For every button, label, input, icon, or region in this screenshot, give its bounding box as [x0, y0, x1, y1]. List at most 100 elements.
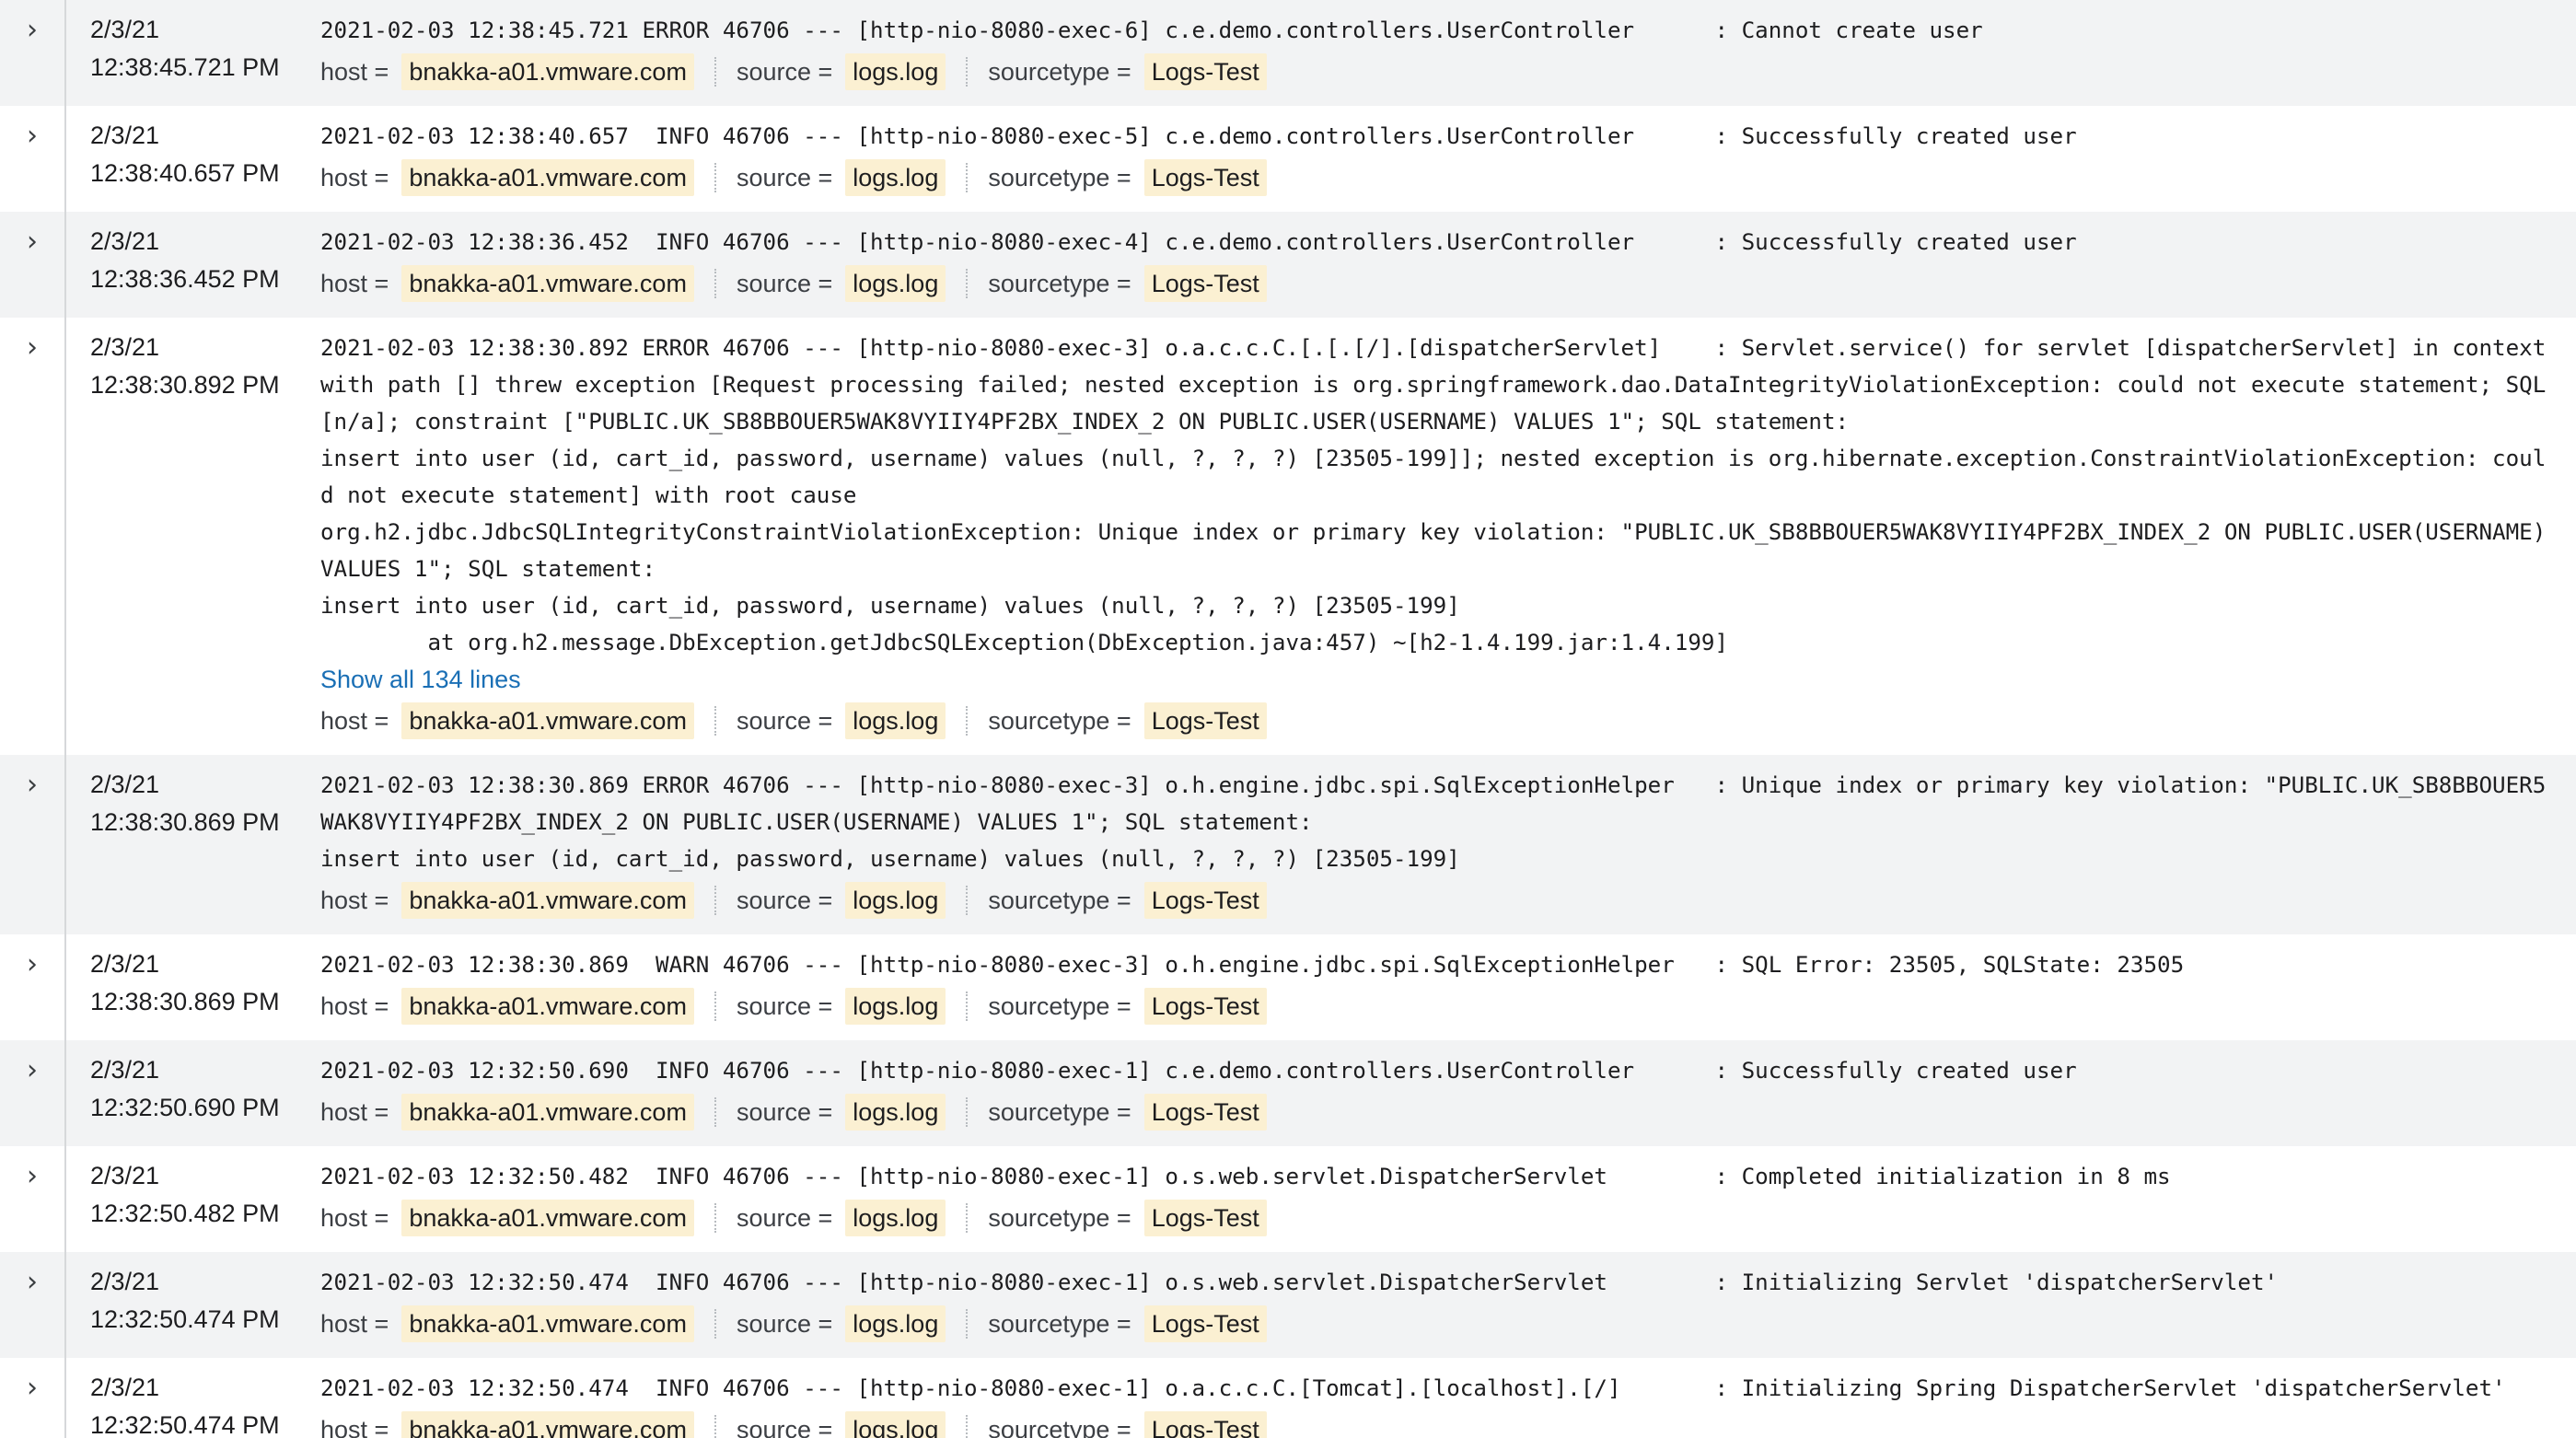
expand-row-button[interactable]: ›	[0, 1252, 66, 1358]
source-field-label: source =	[736, 1098, 833, 1126]
field-divider	[714, 1309, 716, 1339]
sourcetype-field: sourcetype = Logs-Test	[988, 1094, 1267, 1131]
sourcetype-field-value[interactable]: Logs-Test	[1143, 1305, 1267, 1342]
sourcetype-field-value[interactable]: Logs-Test	[1143, 265, 1267, 302]
expand-row-button[interactable]: ›	[0, 0, 66, 106]
source-field-value[interactable]: logs.log	[845, 53, 946, 90]
event-time-cell: 2/3/21 12:32:50.474 PM	[66, 1252, 320, 1358]
source-field-value[interactable]: logs.log	[845, 882, 946, 919]
source-field: source = logs.log	[737, 1411, 946, 1438]
event-list: › 2/3/21 12:38:45.721 PM 2021-02-03 12:3…	[0, 0, 2576, 1438]
event-time-cell: 2/3/21 12:38:45.721 PM	[66, 0, 320, 106]
raw-event-text: 2021-02-03 12:38:40.657 INFO 46706 --- […	[320, 123, 2077, 149]
expand-row-button[interactable]: ›	[0, 1358, 66, 1438]
field-divider	[714, 706, 716, 736]
chevron-right-icon: ›	[27, 1054, 38, 1086]
expand-row-button[interactable]: ›	[0, 934, 66, 1040]
host-field-label: host =	[320, 1204, 389, 1232]
event-row: › 2/3/21 12:38:30.869 PM 2021-02-03 12:3…	[0, 755, 2576, 934]
raw-event-text: 2021-02-03 12:32:50.482 INFO 46706 --- […	[320, 1164, 2171, 1189]
event-time-cell: 2/3/21 12:38:30.869 PM	[66, 934, 320, 1040]
expand-row-button[interactable]: ›	[0, 1040, 66, 1146]
source-field: source = logs.log	[737, 882, 946, 919]
event-date: 2/3/21	[90, 950, 160, 978]
event-rows: › 2/3/21 12:38:45.721 PM 2021-02-03 12:3…	[0, 0, 2576, 1438]
sourcetype-field: sourcetype = Logs-Test	[988, 882, 1267, 919]
expand-row-button[interactable]: ›	[0, 212, 66, 318]
host-field: host = bnakka-a01.vmware.com	[320, 53, 694, 90]
chevron-right-icon: ›	[27, 14, 38, 46]
source-field-value[interactable]: logs.log	[845, 702, 946, 739]
show-all-lines-link[interactable]: Show all 134 lines	[320, 661, 521, 698]
event-fields: host = bnakka-a01.vmware.com source = lo…	[320, 1089, 2558, 1146]
expand-row-button[interactable]: ›	[0, 106, 66, 212]
sourcetype-field-label: sourcetype =	[988, 992, 1131, 1020]
sourcetype-field-value[interactable]: Logs-Test	[1143, 988, 1267, 1025]
event-date: 2/3/21	[90, 16, 160, 43]
source-field-value[interactable]: logs.log	[845, 1305, 946, 1342]
sourcetype-field-value[interactable]: Logs-Test	[1143, 1094, 1267, 1131]
source-field-value[interactable]: logs.log	[845, 1094, 946, 1131]
event-time-cell: 2/3/21 12:32:50.690 PM	[66, 1040, 320, 1146]
event-date: 2/3/21	[90, 1162, 160, 1189]
source-field-value[interactable]: logs.log	[845, 1200, 946, 1236]
sourcetype-field-label: sourcetype =	[988, 887, 1131, 914]
chevron-right-icon: ›	[27, 1266, 38, 1298]
source-field-value[interactable]: logs.log	[845, 265, 946, 302]
host-field: host = bnakka-a01.vmware.com	[320, 702, 694, 739]
host-field-value[interactable]: bnakka-a01.vmware.com	[401, 1094, 694, 1131]
host-field-value[interactable]: bnakka-a01.vmware.com	[401, 53, 694, 90]
host-field-label: host =	[320, 1310, 389, 1338]
chevron-right-icon: ›	[27, 769, 38, 801]
event-fields: host = bnakka-a01.vmware.com source = lo…	[320, 983, 2558, 1040]
sourcetype-field-value[interactable]: Logs-Test	[1143, 159, 1267, 196]
field-divider	[714, 1203, 716, 1233]
event-time: 12:38:40.657 PM	[90, 159, 280, 187]
event-body: 2021-02-03 12:32:50.690 INFO 46706 --- […	[320, 1040, 2576, 1146]
host-field-value[interactable]: bnakka-a01.vmware.com	[401, 1305, 694, 1342]
event-time-cell: 2/3/21 12:38:30.892 PM	[66, 318, 320, 755]
event-date: 2/3/21	[90, 771, 160, 798]
host-field-value[interactable]: bnakka-a01.vmware.com	[401, 265, 694, 302]
sourcetype-field-value[interactable]: Logs-Test	[1143, 702, 1267, 739]
sourcetype-field: sourcetype = Logs-Test	[988, 53, 1267, 90]
event-row: › 2/3/21 12:32:50.474 PM 2021-02-03 12:3…	[0, 1252, 2576, 1358]
host-field-value[interactable]: bnakka-a01.vmware.com	[401, 1200, 694, 1236]
event-time-cell: 2/3/21 12:32:50.474 PM	[66, 1358, 320, 1438]
host-field: host = bnakka-a01.vmware.com	[320, 1411, 694, 1438]
chevron-right-icon: ›	[27, 226, 38, 258]
sourcetype-field-value[interactable]: Logs-Test	[1143, 882, 1267, 919]
source-field-label: source =	[736, 887, 833, 914]
host-field-value[interactable]: bnakka-a01.vmware.com	[401, 702, 694, 739]
source-field-label: source =	[736, 58, 833, 86]
field-divider	[714, 269, 716, 298]
event-date: 2/3/21	[90, 1374, 160, 1401]
source-field-label: source =	[736, 270, 833, 297]
sourcetype-field: sourcetype = Logs-Test	[988, 1305, 1267, 1342]
sourcetype-field-value[interactable]: Logs-Test	[1143, 1411, 1267, 1438]
source-field-value[interactable]: logs.log	[845, 1411, 946, 1438]
expand-row-button[interactable]: ›	[0, 318, 66, 755]
host-field: host = bnakka-a01.vmware.com	[320, 159, 694, 196]
host-field-label: host =	[320, 1098, 389, 1126]
host-field-value[interactable]: bnakka-a01.vmware.com	[401, 1411, 694, 1438]
field-divider	[966, 57, 969, 87]
sourcetype-field-value[interactable]: Logs-Test	[1143, 53, 1267, 90]
expand-row-button[interactable]: ›	[0, 755, 66, 934]
event-time-cell: 2/3/21 12:38:36.452 PM	[66, 212, 320, 318]
sourcetype-field: sourcetype = Logs-Test	[988, 702, 1267, 739]
event-date: 2/3/21	[90, 1056, 160, 1084]
source-field-label: source =	[736, 164, 833, 191]
event-time: 12:32:50.482 PM	[90, 1200, 280, 1227]
host-field-value[interactable]: bnakka-a01.vmware.com	[401, 988, 694, 1025]
raw-event-text: 2021-02-03 12:32:50.474 INFO 46706 --- […	[320, 1375, 2506, 1401]
host-field-value[interactable]: bnakka-a01.vmware.com	[401, 882, 694, 919]
sourcetype-field-value[interactable]: Logs-Test	[1143, 1200, 1267, 1236]
event-row: › 2/3/21 12:38:36.452 PM 2021-02-03 12:3…	[0, 212, 2576, 318]
host-field: host = bnakka-a01.vmware.com	[320, 265, 694, 302]
host-field-value[interactable]: bnakka-a01.vmware.com	[401, 159, 694, 196]
source-field: source = logs.log	[737, 265, 946, 302]
source-field-value[interactable]: logs.log	[845, 159, 946, 196]
expand-row-button[interactable]: ›	[0, 1146, 66, 1252]
source-field-value[interactable]: logs.log	[845, 988, 946, 1025]
